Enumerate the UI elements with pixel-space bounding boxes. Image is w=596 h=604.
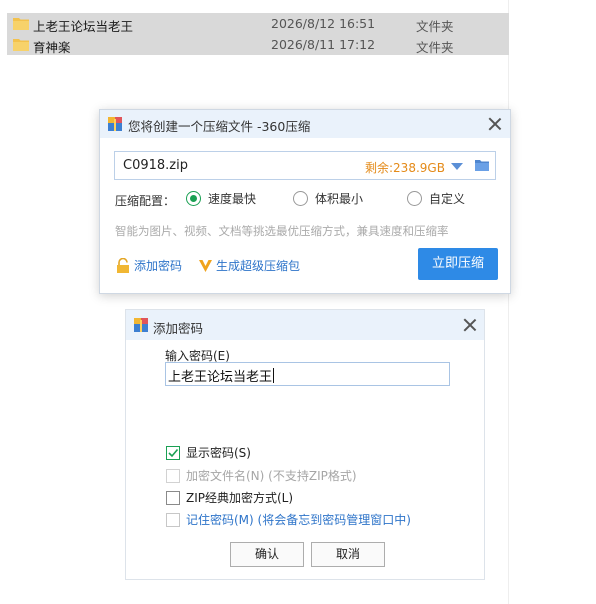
show-password-checkbox[interactable]: 显示密码(S) <box>166 445 251 461</box>
ok-button[interactable]: 确认 <box>230 542 304 567</box>
checkbox-box <box>166 446 180 460</box>
password-input[interactable]: 上老王论坛当老王 <box>165 362 450 386</box>
radio-fastest[interactable]: 速度最快 <box>186 191 256 207</box>
add-password-dialog: 添加密码 输入密码(E) 上老王论坛当老王 显示密码(S) 加密文件名(N) (… <box>125 309 485 580</box>
zip-classic-encryption-checkbox[interactable]: ZIP经典加密方式(L) <box>166 490 293 506</box>
radio-label: 体积最小 <box>315 192 364 206</box>
add-password-link[interactable]: 添加密码 <box>116 258 182 274</box>
radio-smallest[interactable]: 体积最小 <box>293 191 363 207</box>
checkmark-icon <box>168 448 179 458</box>
compression-hint: 智能为图片、视频、文档等挑选最优压缩方式，兼具速度和压缩率 <box>115 224 449 238</box>
file-row[interactable]: 育神楽 2026/8/11 17:12 文件夹 <box>7 34 509 55</box>
archive-app-icon <box>134 318 148 332</box>
radio-dot <box>186 191 201 206</box>
checkbox-box <box>166 513 180 527</box>
compress-now-button[interactable]: 立即压缩 <box>418 248 498 280</box>
compress-dialog-title: 您将创建一个压缩文件 -360压缩 <box>128 119 311 134</box>
super-pack-label: 生成超级压缩包 <box>216 259 301 273</box>
password-value: 上老王论坛当老王 <box>168 370 273 385</box>
checkbox-box <box>166 469 180 483</box>
file-type: 文件夹 <box>416 40 454 55</box>
password-dialog-title: 添加密码 <box>153 321 204 336</box>
zip-classic-label: ZIP经典加密方式(L) <box>186 491 294 505</box>
file-date: 2026/8/11 17:12 <box>271 37 376 52</box>
file-row[interactable]: 上老王论坛当老王 2026/8/12 16:51 文件夹 <box>7 13 509 34</box>
file-type: 文件夹 <box>416 19 454 34</box>
checkbox-box <box>166 491 180 505</box>
remember-password-note: (将会备忘到密码管理窗口中) <box>257 513 411 527</box>
file-name: 育神楽 <box>33 40 71 55</box>
archive-filename: C0918.zip <box>123 158 188 173</box>
radio-dot <box>407 191 422 206</box>
archive-path-field[interactable]: C0918.zip 剩余:238.9GB <box>114 151 496 180</box>
cancel-button[interactable]: 取消 <box>311 542 385 567</box>
compress-dialog: 您将创建一个压缩文件 -360压缩 C0918.zip 剩余:238.9GB 压… <box>99 109 511 294</box>
lock-icon <box>117 258 129 273</box>
browse-folder-icon[interactable] <box>475 159 489 171</box>
encrypt-filenames-note: (不支持ZIP格式) <box>268 469 357 483</box>
folder-icon <box>13 18 29 30</box>
radio-dot <box>293 191 308 206</box>
remember-password-checkbox[interactable]: 记住密码(M) (将会备忘到密码管理窗口中) <box>166 512 411 528</box>
password-dialog-titlebar[interactable]: 添加密码 <box>126 310 484 340</box>
file-name: 上老王论坛当老王 <box>33 19 134 34</box>
dropdown-arrow-icon[interactable] <box>451 163 463 170</box>
text-caret <box>273 368 275 383</box>
file-date: 2026/8/12 16:51 <box>271 16 376 31</box>
compress-dialog-titlebar[interactable]: 您将创建一个压缩文件 -360压缩 <box>100 110 510 138</box>
add-password-label: 添加密码 <box>134 259 183 273</box>
v-badge-icon <box>199 260 212 272</box>
super-pack-link[interactable]: 生成超级压缩包 <box>198 258 300 274</box>
encrypt-filenames-checkbox: 加密文件名(N) (不支持ZIP格式) <box>166 468 357 484</box>
compression-config-label: 压缩配置： <box>115 194 176 208</box>
remember-password-label: 记住密码(M) <box>186 513 254 527</box>
show-password-label: 显示密码(S) <box>186 446 251 460</box>
radio-label: 自定义 <box>429 192 466 206</box>
encrypt-filenames-label: 加密文件名(N) <box>186 469 265 483</box>
close-icon[interactable] <box>463 318 477 332</box>
free-space-text: 剩余:238.9GB <box>365 161 445 175</box>
folder-icon <box>13 39 29 51</box>
explorer-column-divider <box>508 0 509 604</box>
radio-label: 速度最快 <box>208 192 257 206</box>
close-icon[interactable] <box>488 117 502 131</box>
archive-app-icon <box>108 117 122 131</box>
radio-custom[interactable]: 自定义 <box>407 191 465 207</box>
